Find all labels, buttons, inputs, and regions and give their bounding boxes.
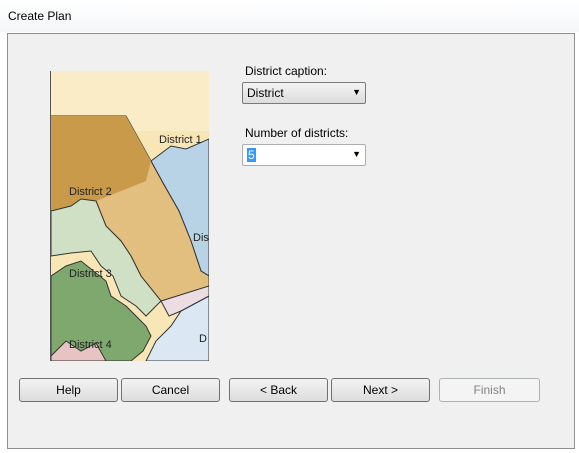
district-4-label: District 4 bbox=[69, 339, 112, 351]
district-map-illustration: District 1 District 2 Dis District 3 D D… bbox=[50, 71, 209, 361]
chevron-down-icon: ▼ bbox=[352, 87, 361, 97]
number-of-districts-combobox[interactable]: 5 ▼ bbox=[242, 144, 366, 166]
district-caption-dropdown[interactable]: District ▼ bbox=[242, 82, 366, 104]
next-button[interactable]: Next > bbox=[331, 378, 430, 402]
chevron-down-icon[interactable]: ▼ bbox=[352, 149, 361, 159]
dialog-body: District 1 District 2 Dis District 3 D D… bbox=[7, 33, 575, 449]
finish-button[interactable]: Finish bbox=[439, 378, 540, 402]
district-5-label: Dis bbox=[193, 232, 209, 244]
number-of-districts-label: Number of districts: bbox=[245, 126, 349, 140]
create-plan-dialog: Create Plan District 1 District 2 Dis Di… bbox=[0, 0, 579, 453]
district-2-label: District 2 bbox=[69, 186, 112, 198]
district-3-label: District 3 bbox=[69, 268, 112, 280]
help-button[interactable]: Help bbox=[19, 378, 118, 402]
district-caption-value: District bbox=[247, 86, 284, 100]
district-caption-label: District caption: bbox=[245, 64, 328, 78]
district-map-svg: District 1 District 2 Dis District 3 D D… bbox=[51, 71, 209, 361]
window-title: Create Plan bbox=[8, 9, 72, 23]
cancel-button[interactable]: Cancel bbox=[121, 378, 220, 402]
district-1-label: District 1 bbox=[159, 134, 202, 146]
title-bar[interactable]: Create Plan bbox=[0, 0, 579, 32]
number-of-districts-value[interactable]: 5 bbox=[247, 148, 256, 162]
back-button[interactable]: < Back bbox=[229, 378, 328, 402]
district-partial-label: D bbox=[199, 333, 207, 345]
